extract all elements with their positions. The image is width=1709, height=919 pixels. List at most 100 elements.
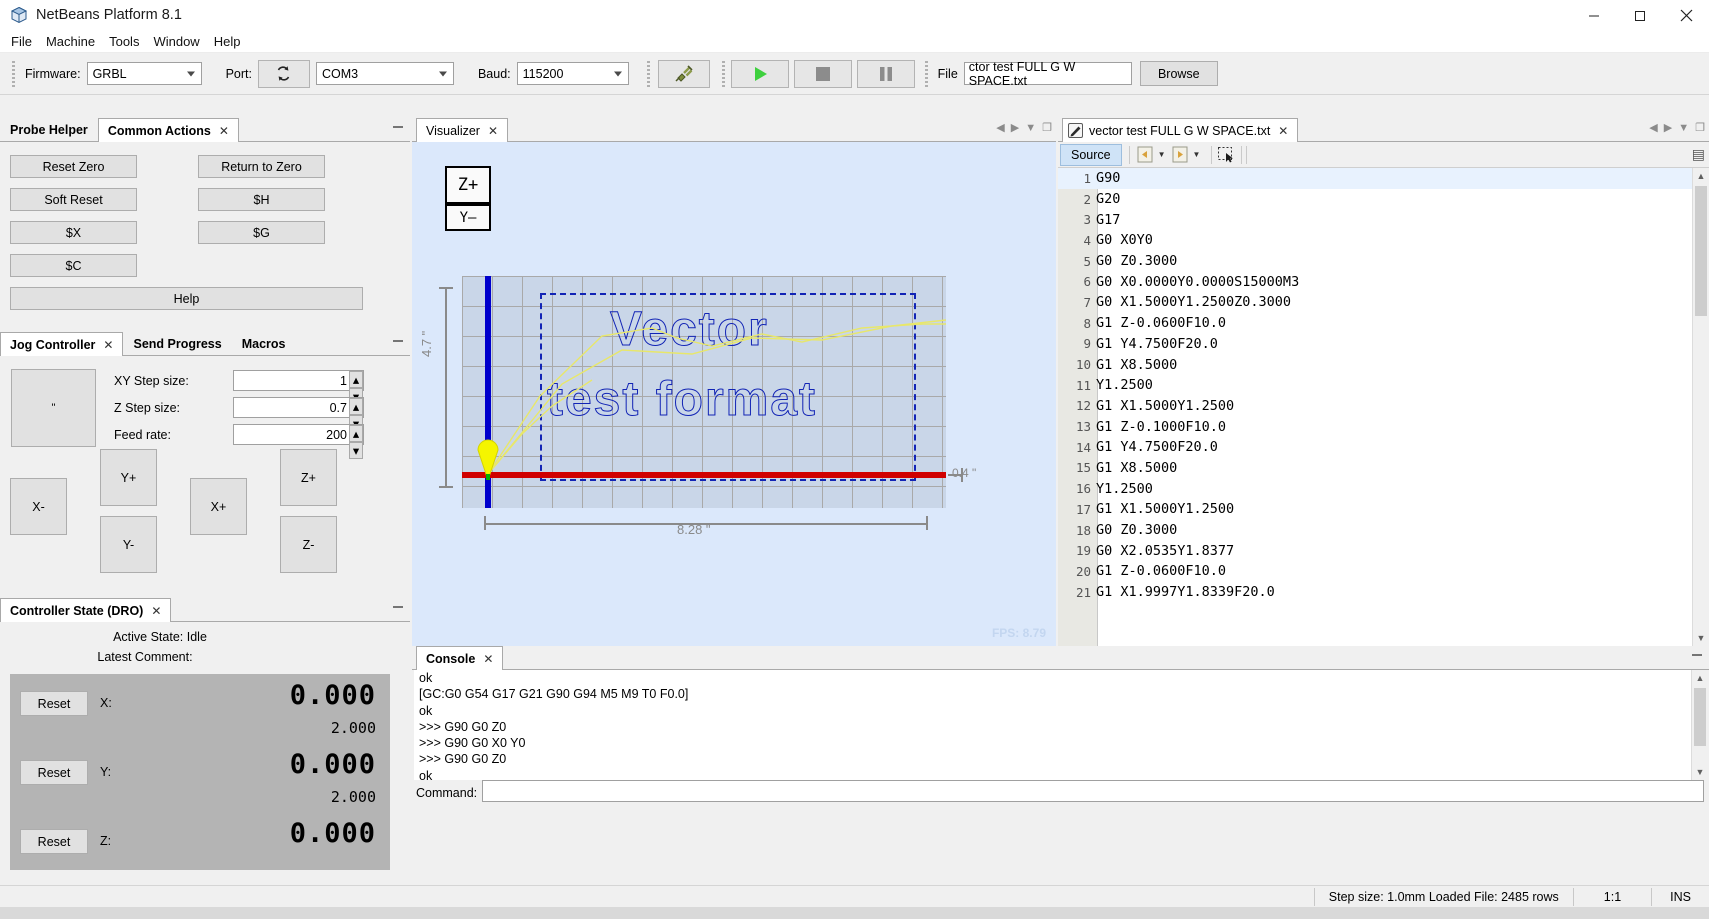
tab-list-icon[interactable]: ▼ [1025,122,1036,134]
console-vertical-scrollbar[interactable]: ▲ ▼ [1691,670,1708,780]
tab-visualizer[interactable]: Visualizer ✕ [416,118,509,142]
unlock-button[interactable]: $X [10,221,137,244]
minimize-button[interactable] [1571,0,1617,31]
stepper-arrows[interactable]: ▴▾ [349,398,363,432]
tab-gcode-file[interactable]: vector test FULL G W SPACE.txt ✕ [1062,118,1299,142]
scroll-right-icon[interactable]: ▶ [1664,121,1672,134]
code-line[interactable]: 8 G1 Z-0.0600F10.0 [1058,313,1692,334]
code-line[interactable]: 2 G20 [1058,189,1692,210]
visualizer-canvas[interactable]: Z+ Y– Vector test format 4.7 " 8.28 " 0.… [412,142,1056,646]
maximize-panel-icon[interactable]: ❐ [1042,121,1052,134]
code-line[interactable]: 18 G0 Z0.3000 [1058,520,1692,541]
menu-window[interactable]: Window [146,32,206,51]
minimize-panel-button[interactable] [392,122,404,132]
stepper-arrows[interactable]: ▴▾ [349,371,363,405]
code-line[interactable]: 13 G1 Z-0.1000F10.0 [1058,416,1692,437]
soft-reset-button[interactable]: Soft Reset [10,188,137,211]
help-button[interactable]: Help [10,287,363,310]
code-line[interactable]: 15 G1 X8.5000 [1058,458,1692,479]
xy-step-size-stepper[interactable]: 1 ▴▾ [233,370,364,405]
tab-console[interactable]: Console ✕ [416,646,504,670]
tab-macros[interactable]: Macros [231,332,296,355]
gcode-editor[interactable]: 1 G90 2 G20 3 G17 4 G0 X0Y0 5 G0 Z0.3000… [1058,168,1692,646]
tab-list-icon[interactable]: ▼ [1678,122,1689,134]
toggle-rectangular-selection-icon[interactable] [1217,146,1237,164]
code-line[interactable]: 3 G17 [1058,209,1692,230]
stop-button[interactable] [793,59,852,88]
tab-probe-helper[interactable]: Probe Helper [0,118,98,141]
gcode-state-button[interactable]: $G [198,221,325,244]
tab-common-actions[interactable]: Common Actions ✕ [97,118,239,142]
code-line[interactable]: 17 G1 X1.5000Y1.2500 [1058,499,1692,520]
port-select[interactable]: COM3 [315,62,454,85]
console-output[interactable]: ok [GC:G0 G54 G17 G21 G90 G94 M5 M9 T0 F… [414,670,1691,780]
editor-options-icon[interactable]: ▤ [1692,146,1705,163]
browse-button[interactable]: Browse [1139,61,1218,86]
menu-help[interactable]: Help [207,32,248,51]
menu-file[interactable]: File [4,32,39,51]
close-icon[interactable]: ✕ [483,652,493,666]
check-mode-button[interactable]: $C [10,254,137,277]
z-step-size-stepper[interactable]: 0.7 ▴▾ [233,397,364,432]
send-play-button[interactable] [730,59,789,88]
minimize-panel-button[interactable] [392,336,404,346]
close-icon[interactable]: ✕ [1278,124,1288,138]
reset-z-button[interactable]: Reset [20,829,88,854]
scroll-left-icon[interactable]: ◀ [1649,121,1657,134]
code-line[interactable]: 19 G0 X2.0535Y1.8377 [1058,540,1692,561]
code-line[interactable]: 12 G1 X1.5000Y1.2500 [1058,396,1692,417]
source-view-button[interactable]: Source [1060,143,1122,166]
firmware-select[interactable]: GRBL [86,62,202,85]
refresh-ports-button[interactable] [257,59,310,88]
code-line[interactable]: 20 G1 Z-0.0600F10.0 [1058,561,1692,582]
feed-rate-stepper[interactable]: 200 ▴ ▾ [233,424,364,459]
tab-send-progress[interactable]: Send Progress [123,332,232,355]
scrollbar-thumb[interactable] [1695,186,1707,316]
code-line[interactable]: 7 G0 X1.5000Y1.2500Z0.3000 [1058,292,1692,313]
maximize-panel-icon[interactable]: ❐ [1695,121,1705,134]
chevron-down-icon[interactable]: ▼ [1158,150,1166,159]
jog-z-plus-button[interactable]: Z+ [280,449,337,506]
scroll-right-icon[interactable]: ▶ [1011,121,1019,134]
code-line[interactable]: 4 G0 X0Y0 [1058,230,1692,251]
scrollbar-thumb[interactable] [1694,688,1706,746]
back-arrow-icon[interactable] [1137,146,1156,164]
stepper-arrows[interactable]: ▴▾ [349,425,363,459]
baud-select[interactable]: 115200 [516,62,629,85]
forward-arrow-icon[interactable] [1172,146,1191,164]
maximize-button[interactable] [1617,0,1663,31]
close-icon[interactable]: ✕ [151,604,161,618]
pause-button[interactable] [856,59,915,88]
scroll-left-icon[interactable]: ◀ [996,121,1004,134]
close-button[interactable] [1663,0,1709,31]
tab-controller-state-dro[interactable]: Controller State (DRO) ✕ [0,598,172,622]
scroll-down-icon[interactable]: ▼ [1693,630,1709,646]
code-line[interactable]: 21 G1 X1.9997Y1.8339F20.0 [1058,582,1692,603]
jog-y-plus-button[interactable]: Y+ [100,449,157,506]
code-line[interactable]: 14 G1 Y4.7500F20.0 [1058,437,1692,458]
code-line[interactable]: 9 G1 Y4.7500F20.0 [1058,334,1692,355]
minimize-panel-button[interactable] [1691,650,1703,660]
editor-vertical-scrollbar[interactable]: ▲ ▼ [1692,168,1709,646]
jog-unit-display[interactable]: " [11,369,96,447]
jog-x-minus-button[interactable]: X- [10,478,67,535]
reset-x-button[interactable]: Reset [20,691,88,716]
return-to-zero-button[interactable]: Return to Zero [198,155,325,178]
close-icon[interactable]: ✕ [219,124,229,138]
jog-z-minus-button[interactable]: Z- [280,516,337,573]
code-line[interactable]: 16 Y1.2500 [1058,478,1692,499]
code-line[interactable]: 1 G90 [1058,168,1692,189]
jog-y-minus-button[interactable]: Y- [100,516,157,573]
orientation-cube-top[interactable]: Z+ [445,166,491,204]
home-button[interactable]: $H [198,188,325,211]
command-input[interactable] [482,780,1704,802]
orientation-cube-front[interactable]: Y– [445,204,491,231]
chevron-down-icon[interactable]: ▼ [1193,150,1201,159]
menu-machine[interactable]: Machine [39,32,102,51]
menu-tools[interactable]: Tools [102,32,146,51]
tab-jog-controller[interactable]: Jog Controller ✕ [0,332,124,356]
code-line[interactable]: 11 Y1.2500 [1058,375,1692,396]
connect-button[interactable] [657,59,710,88]
file-path-field[interactable]: ctor test FULL G W SPACE.txt [963,60,1132,88]
close-icon[interactable]: ✕ [488,124,498,138]
